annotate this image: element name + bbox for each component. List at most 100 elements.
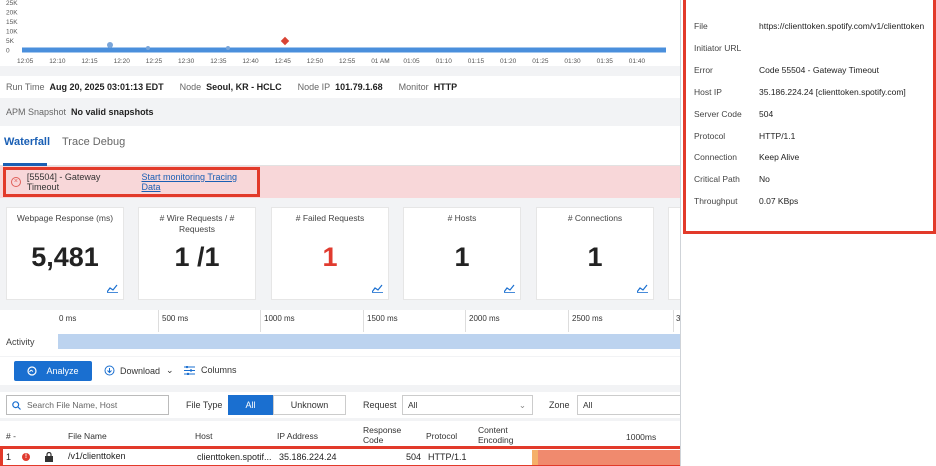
data-point[interactable] [146, 46, 150, 50]
trend-chart-icon[interactable] [372, 284, 383, 293]
columns-button[interactable]: Columns [184, 365, 237, 375]
x-tick-label: 12:15 [81, 58, 98, 65]
selected-row-highlight [0, 446, 686, 466]
apm-snapshot-value: No valid snapshots [71, 107, 154, 117]
timeline-tick: 0 ms [59, 314, 77, 323]
apm-snapshot-row: APM Snapshot No valid snapshots [0, 101, 680, 123]
analyze-icon [27, 365, 38, 376]
download-button[interactable]: Download ⌄ [104, 365, 174, 376]
x-tick-label: 12:50 [307, 58, 324, 65]
zone-label: Zone [549, 400, 570, 410]
file-type-label: File Type [186, 400, 223, 410]
col-protocol[interactable]: Protocol [426, 431, 457, 441]
x-tick-label: 01:35 [597, 58, 614, 65]
activity-label: Activity [6, 337, 35, 347]
col-number[interactable]: # - [6, 431, 16, 441]
data-point[interactable] [226, 46, 230, 50]
node-label: Node [179, 82, 202, 92]
request-details-panel: File https://clienttoken.spotify.com/v1/c… [681, 0, 936, 466]
col-file-name[interactable]: File Name [68, 431, 107, 441]
node-ip-value: 101.79.1.68 [335, 82, 383, 92]
detail-value: HTTP/1.1 [759, 130, 796, 141]
x-tick-label: 01:20 [500, 58, 517, 65]
x-tick-label: 01:10 [436, 58, 453, 65]
timeline-tick: 1500 ms [367, 314, 398, 323]
detail-value: Code 55504 - Gateway Timeout [759, 64, 880, 75]
x-tick-label: 12:35 [210, 58, 227, 65]
detail-value: No [759, 174, 770, 185]
start-monitoring-link[interactable]: Start monitoring Tracing Data [142, 172, 258, 192]
run-time-value: Aug 20, 2025 03:01:13 EDT [49, 82, 164, 92]
request-select[interactable]: All ⌄ [402, 395, 533, 415]
zone-select[interactable]: All [577, 395, 680, 415]
timeline-tick: 500 ms [162, 314, 189, 323]
timeline-gridline [673, 310, 674, 332]
node-value: Seoul, KR - HCLC [206, 82, 282, 92]
card-value: 1 [587, 242, 603, 272]
search-placeholder: Search File Name, Host [27, 400, 118, 410]
columns-icon [184, 365, 195, 375]
apm-snapshot-label: APM Snapshot [6, 107, 67, 117]
detail-value: 504 [759, 108, 774, 119]
card-title: # Hosts [447, 213, 477, 223]
run-time-label: Run Time [6, 82, 45, 92]
tab-waterfall[interactable]: Waterfall [4, 136, 50, 148]
waterfall-toolbar: Analyze Download ⌄ Columns [0, 357, 680, 385]
request-label: Request [363, 400, 397, 410]
x-tick-label: 01:25 [532, 58, 549, 65]
details-highlight: File https://clienttoken.spotify.com/v1/c… [683, 0, 936, 234]
col-response-code[interactable]: Response Code [363, 425, 408, 445]
test-result-panel: 25K 20K 15K 10K 5K 0 12:05 12:10 12:15 12:20 12:2… [0, 0, 680, 466]
col-host[interactable]: Host [195, 431, 212, 441]
metric-card-wire-requests: # Wire Requests / # Requests 1 /1 [138, 207, 256, 300]
analyze-button[interactable]: Analyze [14, 361, 92, 381]
file-type-unknown-button[interactable]: Unknown [273, 395, 346, 415]
timeline-tick: 1000 ms [264, 314, 295, 323]
trend-chart-icon[interactable] [504, 284, 515, 293]
y-tick-label: 15K [6, 19, 18, 26]
detail-value: 35.186.224.24 [clienttoken.spotify.com] [759, 86, 906, 97]
error-icon: × [11, 177, 21, 187]
card-value: 1 [322, 242, 338, 272]
x-tick-label: 01:05 [403, 58, 420, 65]
y-tick-label: 5K [6, 38, 15, 45]
error-message: [55504] - Gateway Timeout [26, 172, 101, 192]
trend-chart-icon[interactable] [107, 284, 118, 293]
filter-row: Search File Name, Host File Type All Unk… [0, 392, 680, 418]
trend-chart-icon[interactable] [637, 284, 648, 293]
timeline-gridline [568, 310, 569, 332]
detail-label: Protocol [694, 130, 726, 141]
columns-label: Columns [201, 365, 237, 375]
x-tick-label: 12:55 [339, 58, 356, 65]
detail-label: File [694, 21, 708, 31]
col-content-encoding[interactable]: Content Encoding [478, 425, 523, 445]
timeline-gridline [260, 310, 261, 332]
error-banner: × [55504] - Gateway Timeout Start monito… [0, 166, 680, 198]
card-title: Webpage Response (ms) [16, 213, 114, 223]
x-tick-label: 01:40 [629, 58, 646, 65]
x-tick-label: 01:15 [468, 58, 485, 65]
metric-card-partial [668, 207, 680, 300]
card-title: # Connections [567, 213, 623, 223]
data-point[interactable] [107, 42, 113, 48]
file-type-all-button[interactable]: All [228, 395, 273, 415]
response-time-chart-svg: 25K 20K 15K 10K 5K 0 12:05 12:10 12:15 12:20 12:2… [6, 0, 666, 65]
timeline-gridline [158, 310, 159, 332]
zone-select-value: All [583, 400, 593, 410]
y-tick-label: 10K [6, 29, 18, 36]
error-banner-highlight: × [55504] - Gateway Timeout Start monito… [3, 167, 260, 197]
activity-bar [58, 334, 680, 349]
timeline-gridline [363, 310, 364, 332]
detail-label: Error [694, 64, 713, 75]
result-tabs: Waterfall Trace Debug [0, 126, 680, 166]
error-marker-icon[interactable] [280, 36, 290, 46]
monitor-value: HTTP [433, 82, 458, 92]
metric-card-hosts: # Hosts 1 [403, 207, 521, 300]
activity-timeline: 0 ms 500 ms 1000 ms 1500 ms 2000 ms 2500… [0, 310, 680, 356]
tab-trace-debug[interactable]: Trace Debug [62, 136, 125, 148]
search-input[interactable]: Search File Name, Host [6, 395, 169, 415]
card-value: 1 [454, 242, 470, 272]
col-ip-address[interactable]: IP Address [277, 431, 318, 441]
detail-value: Keep Alive [759, 152, 800, 163]
card-title: # Failed Requests [295, 213, 365, 223]
